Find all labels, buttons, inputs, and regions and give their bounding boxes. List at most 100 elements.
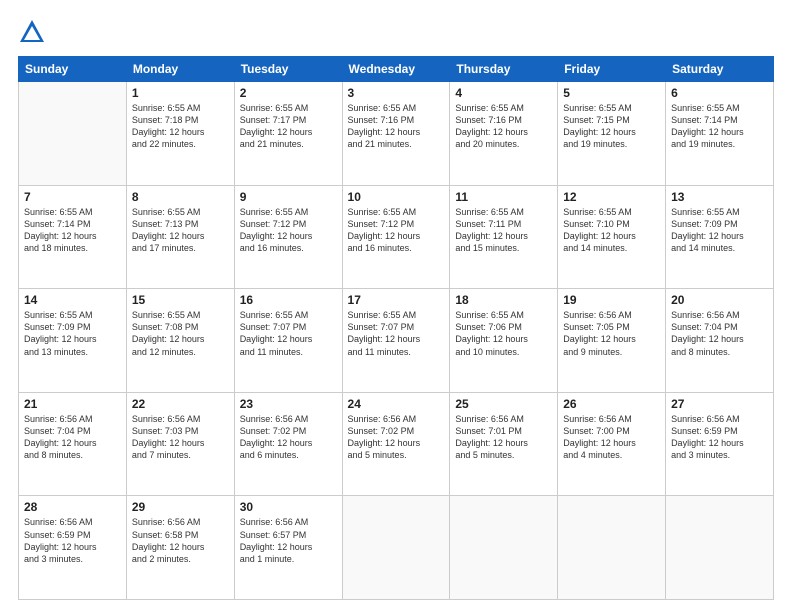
weekday-header-row: SundayMondayTuesdayWednesdayThursdayFrid… <box>19 57 774 82</box>
calendar-cell: 14 Sunrise: 6:55 AM Sunset: 7:09 PM Dayli… <box>19 289 127 393</box>
day-number: 2 <box>240 86 337 100</box>
day-number: 27 <box>671 397 768 411</box>
cell-info: Sunrise: 6:56 AM Sunset: 6:59 PM Dayligh… <box>671 413 768 462</box>
day-number: 28 <box>24 500 121 514</box>
calendar-cell <box>342 496 450 600</box>
calendar-cell: 5 Sunrise: 6:55 AM Sunset: 7:15 PM Daylig… <box>558 82 666 186</box>
cell-info: Sunrise: 6:56 AM Sunset: 7:02 PM Dayligh… <box>348 413 445 462</box>
day-number: 4 <box>455 86 552 100</box>
calendar-cell: 29 Sunrise: 6:56 AM Sunset: 6:58 PM Dayli… <box>126 496 234 600</box>
cell-info: Sunrise: 6:56 AM Sunset: 7:03 PM Dayligh… <box>132 413 229 462</box>
cell-info: Sunrise: 6:55 AM Sunset: 7:07 PM Dayligh… <box>240 309 337 358</box>
cell-info: Sunrise: 6:55 AM Sunset: 7:09 PM Dayligh… <box>24 309 121 358</box>
cell-info: Sunrise: 6:55 AM Sunset: 7:07 PM Dayligh… <box>348 309 445 358</box>
day-number: 23 <box>240 397 337 411</box>
day-number: 10 <box>348 190 445 204</box>
cell-info: Sunrise: 6:55 AM Sunset: 7:14 PM Dayligh… <box>671 102 768 151</box>
cell-info: Sunrise: 6:56 AM Sunset: 6:59 PM Dayligh… <box>24 516 121 565</box>
calendar-cell: 22 Sunrise: 6:56 AM Sunset: 7:03 PM Dayli… <box>126 392 234 496</box>
weekday-header-saturday: Saturday <box>666 57 774 82</box>
calendar-cell: 26Sunrise: 6:56 AM Sunset: 7:00 PM Dayli… <box>558 392 666 496</box>
calendar-cell: 2 Sunrise: 6:55 AM Sunset: 7:17 PM Daylig… <box>234 82 342 186</box>
calendar-cell: 8 Sunrise: 6:55 AM Sunset: 7:13 PM Daylig… <box>126 185 234 289</box>
day-number: 21 <box>24 397 121 411</box>
calendar-cell: 1 Sunrise: 6:55 AM Sunset: 7:18 PM Daylig… <box>126 82 234 186</box>
weekday-header-wednesday: Wednesday <box>342 57 450 82</box>
weekday-header-tuesday: Tuesday <box>234 57 342 82</box>
calendar-cell: 4 Sunrise: 6:55 AM Sunset: 7:16 PM Daylig… <box>450 82 558 186</box>
cell-info: Sunrise: 6:55 AM Sunset: 7:11 PM Dayligh… <box>455 206 552 255</box>
cell-info: Sunrise: 6:55 AM Sunset: 7:08 PM Dayligh… <box>132 309 229 358</box>
calendar-cell: 23 Sunrise: 6:56 AM Sunset: 7:02 PM Dayli… <box>234 392 342 496</box>
cell-info: Sunrise: 6:56 AM Sunset: 6:57 PM Dayligh… <box>240 516 337 565</box>
day-number: 3 <box>348 86 445 100</box>
weekday-header-friday: Friday <box>558 57 666 82</box>
cell-info: Sunrise: 6:55 AM Sunset: 7:18 PM Dayligh… <box>132 102 229 151</box>
calendar-cell: 16 Sunrise: 6:55 AM Sunset: 7:07 PM Dayli… <box>234 289 342 393</box>
weekday-header-monday: Monday <box>126 57 234 82</box>
day-number: 30 <box>240 500 337 514</box>
cell-info: Sunrise: 6:55 AM Sunset: 7:10 PM Dayligh… <box>563 206 660 255</box>
cell-info: Sunrise: 6:55 AM Sunset: 7:09 PM Dayligh… <box>671 206 768 255</box>
weekday-header-thursday: Thursday <box>450 57 558 82</box>
calendar-cell <box>450 496 558 600</box>
day-number: 8 <box>132 190 229 204</box>
calendar-cell: 9 Sunrise: 6:55 AM Sunset: 7:12 PM Daylig… <box>234 185 342 289</box>
week-row-5: 28 Sunrise: 6:56 AM Sunset: 6:59 PM Dayli… <box>19 496 774 600</box>
calendar-cell: 3Sunrise: 6:55 AM Sunset: 7:16 PM Daylig… <box>342 82 450 186</box>
day-number: 24 <box>348 397 445 411</box>
calendar-cell: 20 Sunrise: 6:56 AM Sunset: 7:04 PM Dayli… <box>666 289 774 393</box>
cell-info: Sunrise: 6:55 AM Sunset: 7:15 PM Dayligh… <box>563 102 660 151</box>
day-number: 17 <box>348 293 445 307</box>
calendar-cell: 18 Sunrise: 6:55 AM Sunset: 7:06 PM Dayli… <box>450 289 558 393</box>
cell-info: Sunrise: 6:55 AM Sunset: 7:12 PM Dayligh… <box>348 206 445 255</box>
cell-info: Sunrise: 6:56 AM Sunset: 7:01 PM Dayligh… <box>455 413 552 462</box>
day-number: 12 <box>563 190 660 204</box>
day-number: 9 <box>240 190 337 204</box>
day-number: 14 <box>24 293 121 307</box>
cell-info: Sunrise: 6:55 AM Sunset: 7:16 PM Dayligh… <box>455 102 552 151</box>
calendar-cell: 11 Sunrise: 6:55 AM Sunset: 7:11 PM Dayli… <box>450 185 558 289</box>
cell-info: Sunrise: 6:56 AM Sunset: 7:04 PM Dayligh… <box>24 413 121 462</box>
cell-info: Sunrise: 6:56 AM Sunset: 7:00 PM Dayligh… <box>563 413 660 462</box>
day-number: 11 <box>455 190 552 204</box>
calendar-table: SundayMondayTuesdayWednesdayThursdayFrid… <box>18 56 774 600</box>
calendar-cell: 13 Sunrise: 6:55 AM Sunset: 7:09 PM Dayli… <box>666 185 774 289</box>
cell-info: Sunrise: 6:55 AM Sunset: 7:14 PM Dayligh… <box>24 206 121 255</box>
calendar-cell: 19Sunrise: 6:56 AM Sunset: 7:05 PM Dayli… <box>558 289 666 393</box>
calendar-cell <box>19 82 127 186</box>
cell-info: Sunrise: 6:56 AM Sunset: 7:02 PM Dayligh… <box>240 413 337 462</box>
day-number: 7 <box>24 190 121 204</box>
cell-info: Sunrise: 6:55 AM Sunset: 7:12 PM Dayligh… <box>240 206 337 255</box>
day-number: 15 <box>132 293 229 307</box>
weekday-header-sunday: Sunday <box>19 57 127 82</box>
week-row-2: 7 Sunrise: 6:55 AM Sunset: 7:14 PM Daylig… <box>19 185 774 289</box>
calendar-cell: 24 Sunrise: 6:56 AM Sunset: 7:02 PM Dayli… <box>342 392 450 496</box>
day-number: 16 <box>240 293 337 307</box>
calendar-cell: 12 Sunrise: 6:55 AM Sunset: 7:10 PM Dayli… <box>558 185 666 289</box>
cell-info: Sunrise: 6:55 AM Sunset: 7:13 PM Dayligh… <box>132 206 229 255</box>
day-number: 18 <box>455 293 552 307</box>
day-number: 19 <box>563 293 660 307</box>
header <box>18 18 774 46</box>
calendar-cell: 15 Sunrise: 6:55 AM Sunset: 7:08 PM Dayli… <box>126 289 234 393</box>
logo-icon <box>18 18 46 46</box>
calendar-cell <box>666 496 774 600</box>
cell-info: Sunrise: 6:55 AM Sunset: 7:17 PM Dayligh… <box>240 102 337 151</box>
page: SundayMondayTuesdayWednesdayThursdayFrid… <box>0 0 792 612</box>
day-number: 1 <box>132 86 229 100</box>
day-number: 20 <box>671 293 768 307</box>
day-number: 22 <box>132 397 229 411</box>
day-number: 5 <box>563 86 660 100</box>
calendar-cell: 30 Sunrise: 6:56 AM Sunset: 6:57 PM Dayli… <box>234 496 342 600</box>
cell-info: Sunrise: 6:56 AM Sunset: 6:58 PM Dayligh… <box>132 516 229 565</box>
day-number: 29 <box>132 500 229 514</box>
week-row-1: 1 Sunrise: 6:55 AM Sunset: 7:18 PM Daylig… <box>19 82 774 186</box>
week-row-4: 21 Sunrise: 6:56 AM Sunset: 7:04 PM Dayli… <box>19 392 774 496</box>
cell-info: Sunrise: 6:56 AM Sunset: 7:04 PM Dayligh… <box>671 309 768 358</box>
calendar-cell: 10 Sunrise: 6:55 AM Sunset: 7:12 PM Dayli… <box>342 185 450 289</box>
cell-info: Sunrise: 6:55 AM Sunset: 7:06 PM Dayligh… <box>455 309 552 358</box>
calendar-cell: 27 Sunrise: 6:56 AM Sunset: 6:59 PM Dayli… <box>666 392 774 496</box>
day-number: 13 <box>671 190 768 204</box>
calendar-cell: 7 Sunrise: 6:55 AM Sunset: 7:14 PM Daylig… <box>19 185 127 289</box>
